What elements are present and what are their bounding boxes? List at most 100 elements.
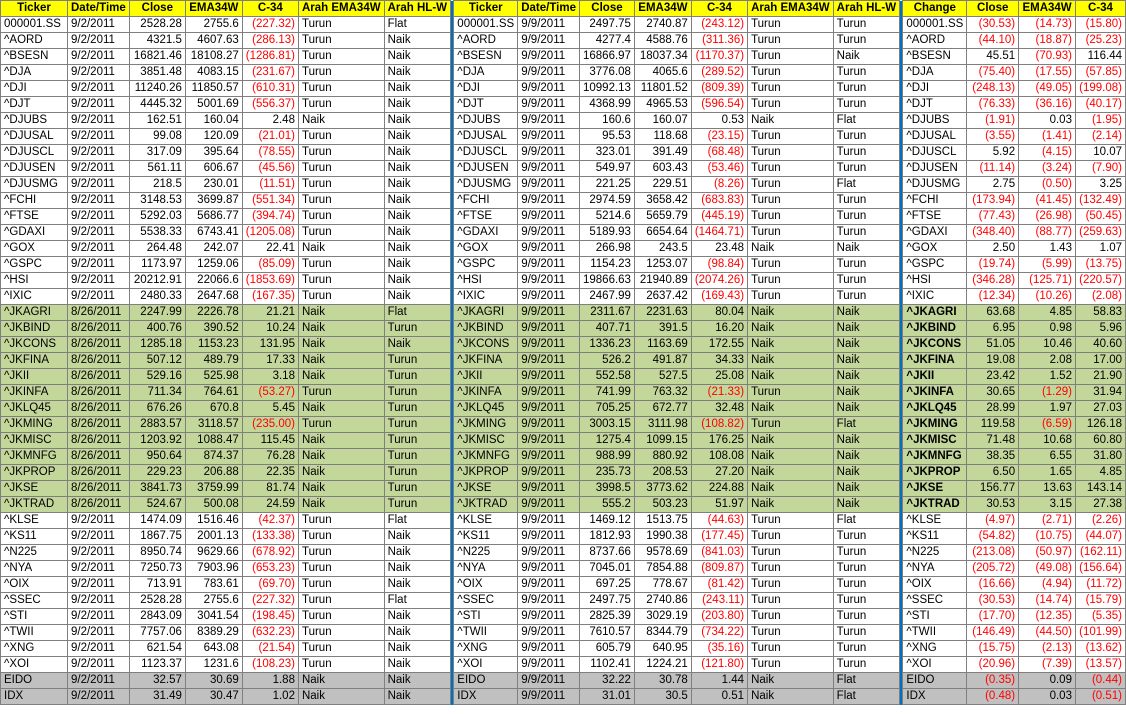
table-cell[interactable]: 9/9/2011 [517,336,580,353]
table-cell[interactable]: 3029.19 [633,608,692,625]
table-cell[interactable]: (556.37) [241,96,299,113]
table-cell[interactable]: 19.08 [966,352,1020,369]
table-cell[interactable]: Turun [383,384,452,401]
table-cell[interactable]: (14.74) [1018,592,1076,609]
table-cell[interactable]: ^DJA [902,64,968,81]
table-cell[interactable]: 9/9/2011 [517,128,580,145]
table-cell[interactable]: 1231.6 [184,656,243,673]
table-cell[interactable]: 11801.52 [633,80,692,97]
table-cell[interactable]: 172.55 [690,336,749,353]
header-cell[interactable]: Arah HL-W [383,0,452,17]
table-cell[interactable]: (678.92) [241,544,299,561]
table-cell[interactable]: Turun [297,384,385,401]
table-cell[interactable]: Turun [297,576,385,593]
table-cell[interactable]: Naik [297,240,385,257]
table-cell[interactable]: ^HSI [0,272,68,289]
table-cell[interactable]: (49.05) [1018,80,1076,97]
table-cell[interactable]: 1285.18 [128,336,186,353]
table-cell[interactable]: 2755.6 [184,592,243,609]
header-cell[interactable]: Arah EMA34W [297,0,385,17]
table-cell[interactable]: Turun [297,288,385,305]
table-cell[interactable]: ^KS11 [0,528,68,545]
table-cell[interactable]: 208.53 [633,464,692,481]
table-cell[interactable]: 1173.97 [128,256,186,273]
table-cell[interactable]: ^XOI [0,656,68,673]
table-cell[interactable]: 529.16 [128,368,186,385]
table-cell[interactable]: (16.66) [966,576,1020,593]
table-cell[interactable]: Turun [832,656,901,673]
table-cell[interactable]: Naik [383,144,452,161]
table-cell[interactable]: (76.33) [966,96,1020,113]
table-cell[interactable]: ^JKMISC [0,432,68,449]
table-cell[interactable]: 3.25 [1074,176,1126,193]
table-cell[interactable]: 407.71 [578,320,635,337]
table-cell[interactable]: 116.44 [1074,48,1126,65]
table-cell[interactable]: 8344.79 [633,624,692,641]
table-cell[interactable]: ^DJUSCL [902,144,968,161]
table-cell[interactable]: Naik [297,432,385,449]
table-cell[interactable]: Naik [383,528,452,545]
table-cell[interactable]: 243.5 [633,240,692,257]
table-cell[interactable]: Turun [383,416,452,433]
table-cell[interactable]: 1224.21 [633,656,692,673]
table-cell[interactable]: Naik [832,432,901,449]
table-cell[interactable]: Turun [747,64,834,81]
header-cell[interactable]: Change [902,0,968,17]
table-cell[interactable]: 000001.SS [0,16,68,33]
table-cell[interactable]: 9/2/2011 [67,624,130,641]
table-cell[interactable]: ^JKSE [0,480,68,497]
table-cell[interactable]: 9/9/2011 [517,672,580,689]
table-cell[interactable]: Turun [832,528,901,545]
table-cell[interactable]: Turun [383,352,452,369]
table-cell[interactable]: Naik [747,304,834,321]
table-cell[interactable]: ^DJUSEN [453,160,519,177]
table-cell[interactable]: ^NYA [0,560,68,577]
table-cell[interactable]: (13.57) [1074,656,1126,673]
table-cell[interactable]: 18037.34 [633,48,692,65]
table-cell[interactable]: Turun [747,48,834,65]
table-cell[interactable]: ^KLSE [453,512,519,529]
table-cell[interactable]: 80.04 [690,304,749,321]
table-cell[interactable]: 51.05 [966,336,1020,353]
table-cell[interactable]: (26.98) [1018,208,1076,225]
table-cell[interactable]: (156.64) [1074,560,1126,577]
table-cell[interactable]: Naik [383,48,452,65]
table-cell[interactable]: 22.41 [241,240,299,257]
table-cell[interactable]: Turun [383,432,452,449]
table-cell[interactable]: ^JKBIND [453,320,519,337]
table-cell[interactable]: 1203.92 [128,432,186,449]
table-cell[interactable]: 9/9/2011 [517,448,580,465]
table-cell[interactable]: 8/26/2011 [67,464,130,481]
table-cell[interactable]: ^BSESN [453,48,519,65]
table-cell[interactable]: 9/9/2011 [517,16,580,33]
table-cell[interactable]: ^JKCONS [453,336,519,353]
table-cell[interactable]: 5.45 [241,400,299,417]
table-cell[interactable]: ^DJT [453,96,519,113]
table-cell[interactable]: 1474.09 [128,512,186,529]
table-cell[interactable]: 8/26/2011 [67,304,130,321]
table-cell[interactable]: (17.55) [1018,64,1076,81]
table-cell[interactable]: 1.02 [241,688,299,705]
table-cell[interactable]: ^DJUBS [0,112,68,129]
table-cell[interactable]: 71.48 [966,432,1020,449]
table-cell[interactable]: Naik [747,480,834,497]
table-cell[interactable]: 3.18 [241,368,299,385]
table-cell[interactable]: ^N225 [453,544,519,561]
table-cell[interactable]: Turun [747,272,834,289]
table-cell[interactable]: 9/2/2011 [67,224,130,241]
header-cell[interactable]: Close [128,0,186,17]
table-cell[interactable]: Naik [383,128,452,145]
table-cell[interactable]: ^TWII [902,624,968,641]
table-cell[interactable]: 3759.99 [184,480,243,497]
table-cell[interactable]: 3851.48 [128,64,186,81]
table-cell[interactable]: 9/9/2011 [517,432,580,449]
table-cell[interactable]: (0.51) [1074,688,1126,705]
table-cell[interactable]: 2843.09 [128,608,186,625]
table-cell[interactable]: 764.61 [184,384,243,401]
table-cell[interactable]: Naik [383,640,452,657]
table-cell[interactable]: Naik [832,336,901,353]
table-cell[interactable]: 95.53 [578,128,635,145]
table-cell[interactable]: 2497.75 [578,592,635,609]
table-cell[interactable]: 4321.5 [128,32,186,49]
table-cell[interactable]: 6.50 [966,464,1020,481]
